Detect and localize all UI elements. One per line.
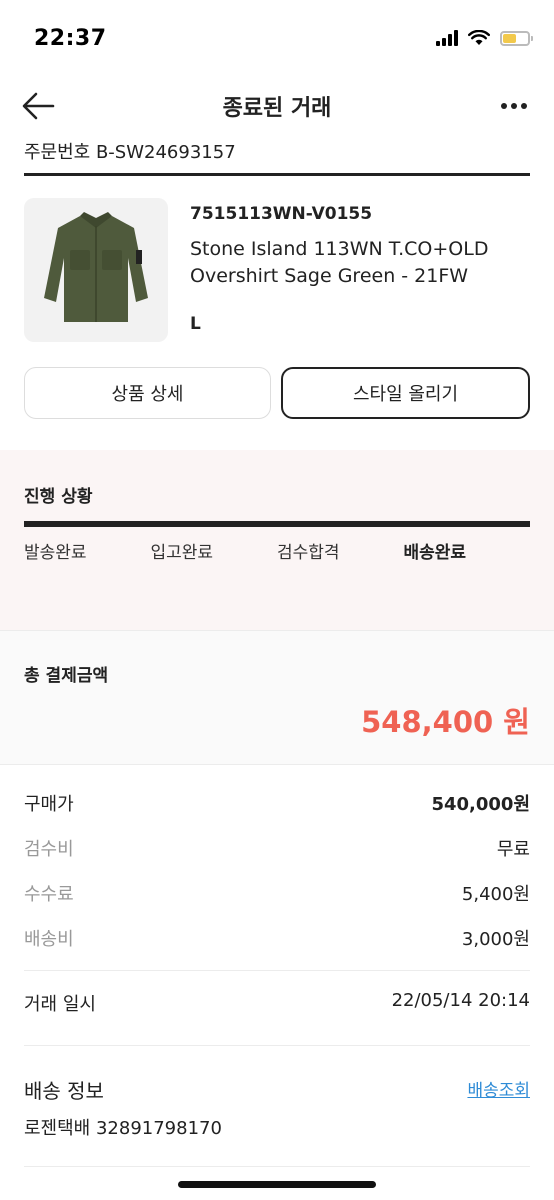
page-title: 종료된 거래 xyxy=(222,96,332,121)
total-amount: 548,400 원 xyxy=(361,705,530,739)
product-name[interactable]: Stone Island 113WN T.CO+OLD Overshirt Sa… xyxy=(190,236,530,290)
cost-label: 배송비 xyxy=(24,928,74,950)
cost-row: 배송비 3,000원 xyxy=(24,915,530,960)
product-detail-button[interactable]: 상품 상세 xyxy=(24,367,271,419)
cost-label: 구매가 xyxy=(24,793,74,815)
progress-step: 검수합격 xyxy=(277,543,340,563)
progress-bar xyxy=(24,521,530,527)
progress-step-active: 배송완료 xyxy=(403,543,467,563)
cost-row: 수수료 5,400원 xyxy=(24,870,530,915)
divider xyxy=(24,1045,530,1046)
header: 종료된 거래 xyxy=(0,80,554,132)
cost-row: 검수비 무료 xyxy=(24,825,530,870)
status-time: 22:37 xyxy=(34,26,107,51)
divider xyxy=(0,764,554,765)
cost-value: 3,000원 xyxy=(461,928,530,950)
status-bar: 22:37 xyxy=(0,0,554,80)
cost-value: 540,000원 xyxy=(431,793,530,815)
cost-value: 무료 xyxy=(496,838,530,860)
cost-breakdown: 구매가 540,000원 검수비 무료 수수료 5,400원 배송비 3,000… xyxy=(24,780,530,960)
signal-icon xyxy=(436,30,458,46)
progress-title: 진행 상황 xyxy=(24,487,93,507)
action-buttons: 상품 상세 스타일 올리기 xyxy=(24,367,530,419)
product-code: 7515113WN-V0155 xyxy=(190,204,373,224)
order-number: 주문번호 B-SW24693157 xyxy=(24,138,530,176)
cost-label: 검수비 xyxy=(24,838,74,860)
more-dot-icon xyxy=(511,103,517,109)
battery-icon xyxy=(500,30,533,46)
status-icons xyxy=(436,30,533,46)
track-shipment-link[interactable]: 배송조회 xyxy=(467,1076,530,1101)
product-info: 7515113WN-V0155 Stone Island 113WN T.CO+… xyxy=(190,198,530,334)
trade-date-row: 거래 일시 22/05/14 20:14 xyxy=(24,990,530,1016)
home-indicator xyxy=(178,1181,376,1188)
progress-steps: 발송완료 입고완료 검수합격 배송완료 xyxy=(24,538,530,563)
shipping-title: 배송 정보 xyxy=(24,1079,104,1103)
more-dot-icon xyxy=(501,103,507,109)
cost-row: 구매가 540,000원 xyxy=(24,780,530,825)
divider xyxy=(24,970,530,971)
wifi-icon xyxy=(468,30,490,45)
more-options-button[interactable] xyxy=(496,92,532,120)
progress-step: 발송완료 xyxy=(24,543,87,563)
cost-label: 수수료 xyxy=(24,883,74,905)
jacket-icon xyxy=(44,212,148,322)
product-card: 7515113WN-V0155 Stone Island 113WN T.CO+… xyxy=(24,198,530,343)
cost-value: 5,400원 xyxy=(461,883,530,905)
total-payment-section: 총 결제금액 548,400 원 xyxy=(0,631,554,764)
product-image[interactable] xyxy=(24,198,168,342)
total-label: 총 결제금액 xyxy=(24,666,109,686)
trade-date-label: 거래 일시 xyxy=(24,994,96,1015)
tracking-number: 로젠택배 32891798170 xyxy=(24,1118,222,1139)
product-size: L xyxy=(190,314,201,334)
trade-date-value: 22/05/14 20:14 xyxy=(391,990,530,1011)
divider xyxy=(24,1166,530,1167)
more-dot-icon xyxy=(521,103,527,109)
progress-section: 진행 상황 발송완료 입고완료 검수합격 배송완료 xyxy=(0,450,554,630)
style-upload-button[interactable]: 스타일 올리기 xyxy=(281,367,530,419)
progress-step: 입고완료 xyxy=(150,543,214,563)
